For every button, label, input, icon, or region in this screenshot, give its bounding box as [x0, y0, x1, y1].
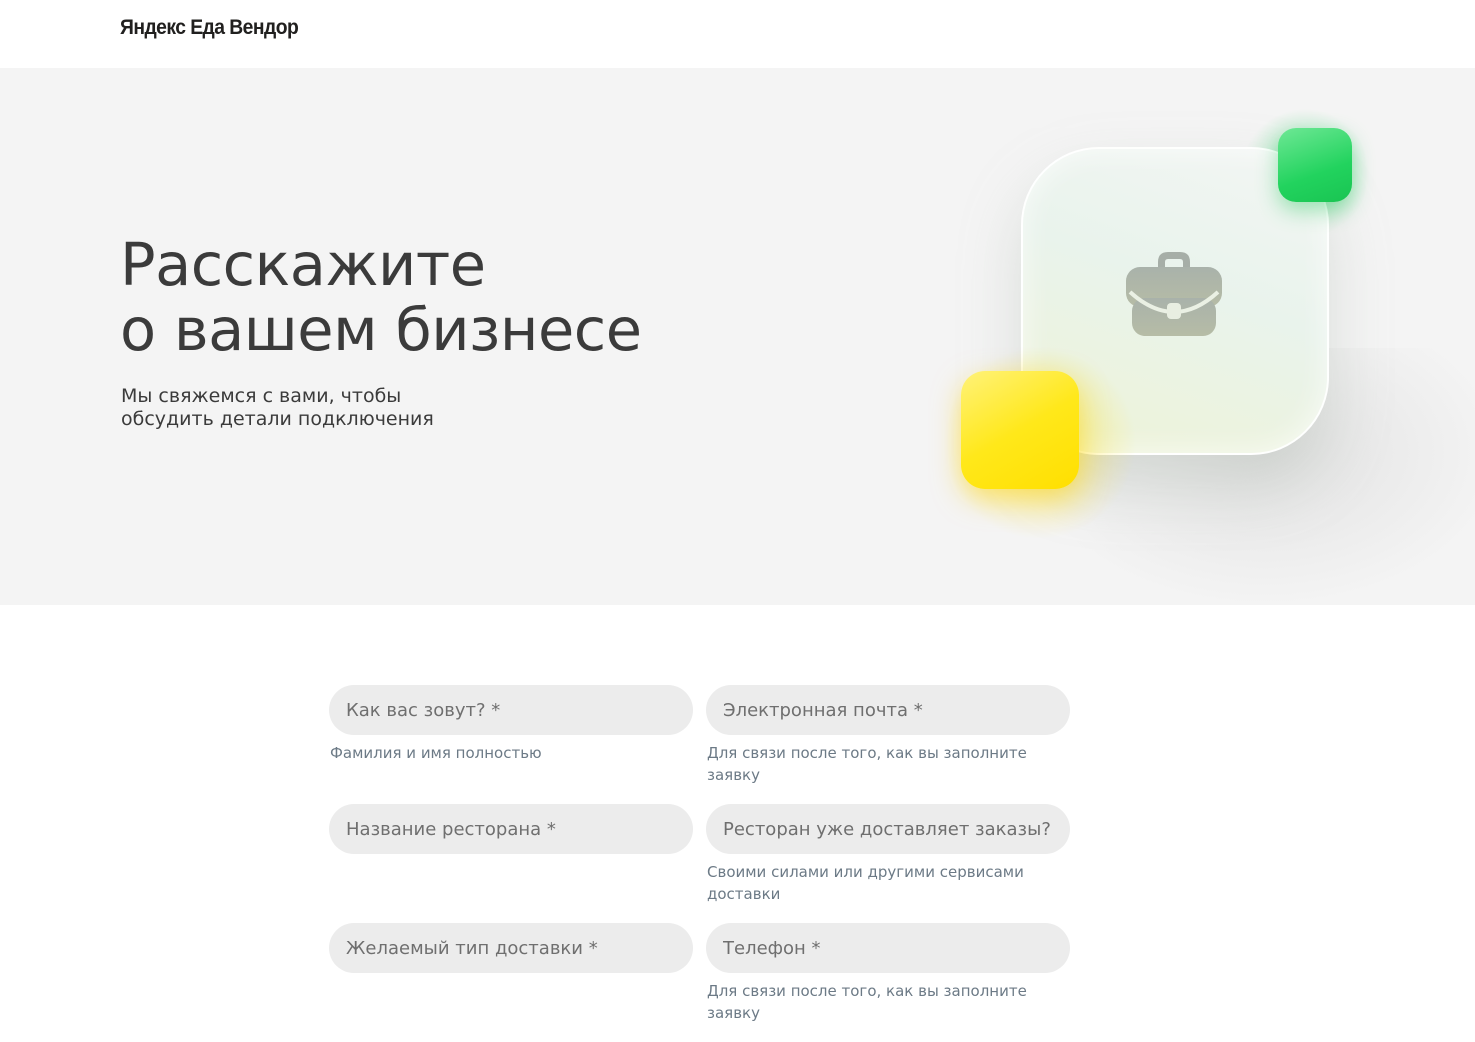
name-input[interactable]: [329, 685, 693, 735]
email-hint: Для связи после того, как вы заполните з…: [707, 744, 1027, 784]
email-input[interactable]: [706, 685, 1070, 735]
phone-hint: Для связи после того, как вы заполните з…: [707, 982, 1027, 1022]
page-header: Яндекс Еда Вендор: [0, 0, 1475, 68]
phone-field-group: Для связи после того, как вы заполните з…: [706, 923, 1070, 1024]
hero-title: Расскажите о вашем бизнесе: [120, 230, 642, 364]
hero-subtitle: Мы свяжемся с вами, чтобы обсудить детал…: [121, 385, 434, 430]
restaurant-field-group: [329, 804, 693, 854]
yellow-tile: [961, 371, 1079, 489]
delivery-type-select[interactable]: [329, 923, 693, 973]
form-row: Своими силами или другими сервисами дост…: [329, 804, 1071, 923]
name-field-group: Фамилия и имя полностью: [329, 685, 693, 764]
hero-illustration: [900, 88, 1475, 605]
hero-section: Расскажите о вашем бизнесе Мы свяжемся с…: [0, 68, 1475, 605]
delivers-hint: Своими силами или другими сервисами дост…: [707, 863, 1024, 903]
briefcase-icon: [1126, 252, 1222, 336]
email-field-group: Для связи после того, как вы заполните з…: [706, 685, 1070, 786]
delivery-type-field-group: [329, 923, 693, 973]
green-tile: [1278, 128, 1352, 202]
name-hint: Фамилия и имя полностью: [330, 744, 542, 762]
yandex-eda-vendor-logo[interactable]: Яндекс Еда Вендор: [120, 16, 299, 40]
form-row: Фамилия и имя полностью Для связи после …: [329, 685, 1071, 804]
already-delivers-select[interactable]: [706, 804, 1070, 854]
form-row: Для связи после того, как вы заполните з…: [329, 923, 1071, 1042]
phone-input[interactable]: [706, 923, 1070, 973]
business-application-form: Фамилия и имя полностью Для связи после …: [329, 685, 1071, 1042]
restaurant-name-input[interactable]: [329, 804, 693, 854]
delivers-field-group: Своими силами или другими сервисами дост…: [706, 804, 1070, 905]
